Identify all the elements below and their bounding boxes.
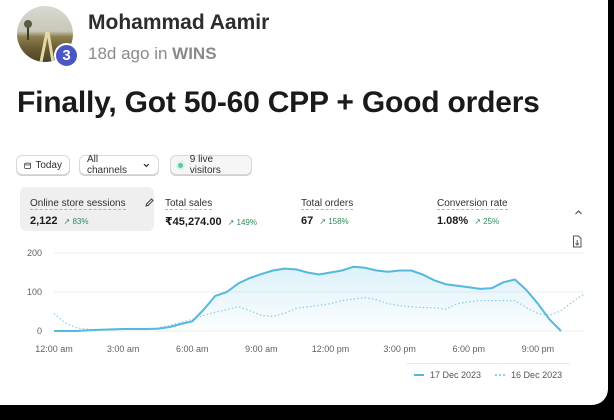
x-tick-label: 6:00 am: [176, 344, 209, 354]
metric-label: Conversion rate: [437, 198, 508, 210]
metric-value: 67 ↗ 158%: [301, 215, 349, 227]
metric-number: ₹45,274.00: [165, 216, 222, 228]
live-dot-icon: [178, 162, 183, 168]
metric-change: ↗ 158%: [319, 217, 349, 226]
metric-change-value: 83%: [72, 217, 89, 226]
post-in-word: in: [154, 44, 168, 63]
metric-change-value: 149%: [236, 218, 257, 227]
x-tick-label: 9:00 am: [245, 344, 278, 354]
y-tick-label: 200: [27, 248, 42, 258]
legend-label: 16 Dec 2023: [511, 370, 563, 380]
metric-label: Online store sessions: [30, 198, 126, 210]
calendar-icon: [24, 162, 32, 169]
metric-sales[interactable]: Total sales ₹45,274.00 ↗ 149%: [155, 187, 285, 231]
analytics-screenshot: Today All channels 9 live visitors Onlin…: [14, 147, 594, 392]
live-visitors-button[interactable]: 9 live visitors: [170, 154, 252, 176]
legend-item-current[interactable]: 17 Dec 2023: [414, 370, 481, 380]
metric-number: 67: [301, 215, 314, 227]
post-card: 3 Mohammad Aamir 18d ago in WINS Finally…: [0, 0, 608, 405]
x-tick-label: 12:00 pm: [312, 344, 350, 354]
x-tick-label: 3:00 pm: [383, 344, 416, 354]
metric-number: 1.08%: [437, 215, 469, 227]
legend-label: 17 Dec 2023: [430, 370, 482, 380]
chart-legend: 17 Dec 2023 16 Dec 2023: [406, 363, 571, 386]
metrics-row: Online store sessions 2,122 ↗ 83% Total s…: [14, 187, 594, 235]
dotted-line-icon: [495, 374, 506, 376]
metric-label: Total orders: [301, 198, 354, 210]
metric-change-value: 25%: [483, 217, 500, 226]
metric-sessions[interactable]: Online store sessions 2,122 ↗ 83%: [20, 187, 154, 231]
date-range-button[interactable]: Today: [16, 155, 70, 175]
metric-label: Total sales: [165, 198, 213, 210]
channels-label: All channels: [87, 154, 128, 176]
date-range-label: Today: [35, 159, 62, 171]
channels-dropdown[interactable]: All channels: [79, 154, 159, 176]
chevron-down-icon: [143, 163, 150, 167]
metric-value: 2,122 ↗ 83%: [30, 215, 88, 227]
metric-value: ₹45,274.00 ↗ 149%: [165, 215, 257, 228]
sessions-chart: 200 100 0 12:00 am 3:00 am 6:00 am 9:00 am 12:…: [27, 248, 585, 354]
metric-number: 2,122: [30, 215, 58, 227]
metric-change: ↗ 83%: [63, 217, 89, 226]
post-title: Finally, Got 50-60 CPP + Good orders: [17, 86, 540, 119]
x-tick-label: 3:00 am: [107, 344, 140, 354]
legend-item-previous[interactable]: 16 Dec 2023: [495, 370, 562, 380]
metric-conversion[interactable]: Conversion rate 1.08% ↗ 25%: [427, 187, 557, 231]
post-time: 18d ago: [88, 44, 150, 63]
metric-value: 1.08% ↗ 25%: [437, 215, 499, 227]
metric-orders[interactable]: Total orders 67 ↗ 158%: [291, 187, 421, 231]
chevron-up-icon[interactable]: [573, 207, 584, 218]
author-name[interactable]: Mohammad Aamir: [88, 11, 269, 35]
y-tick-label: 100: [27, 287, 42, 297]
series-area-fill: [54, 266, 561, 331]
x-tick-label: 9:00 pm: [522, 344, 555, 354]
group-link[interactable]: WINS: [172, 44, 216, 63]
metric-change-value: 158%: [328, 217, 349, 226]
metric-change: ↗ 25%: [474, 217, 500, 226]
y-tick-label: 0: [37, 326, 42, 336]
x-tick-label: 12:00 am: [35, 344, 73, 354]
pencil-icon[interactable]: [144, 197, 155, 208]
x-tick-label: 6:00 pm: [453, 344, 486, 354]
level-badge: 3: [54, 43, 79, 68]
metric-change: ↗ 149%: [227, 218, 257, 227]
solid-line-icon: [414, 374, 424, 376]
live-visitors-label: 9 live visitors: [189, 154, 221, 176]
post-meta: 18d ago in WINS: [88, 44, 217, 64]
